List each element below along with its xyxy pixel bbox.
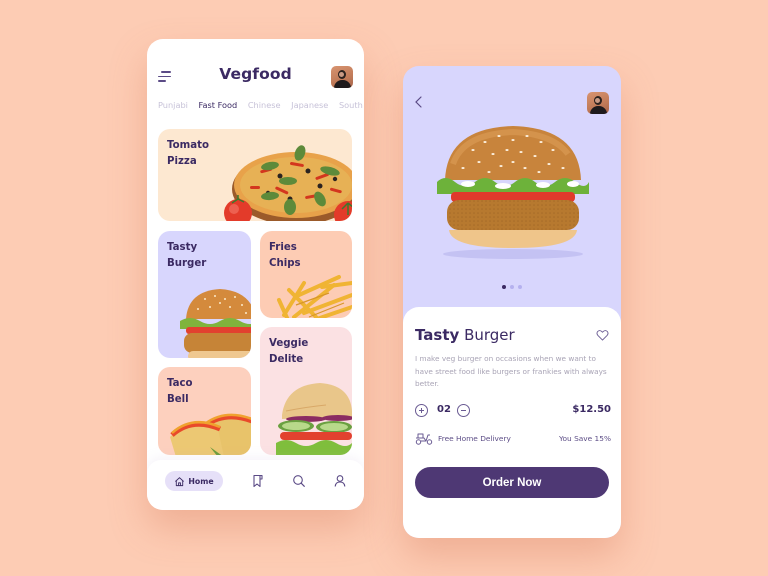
quantity-row: 02 $12.50 (415, 404, 611, 418)
user-icon[interactable] (333, 474, 347, 488)
tab-japanese[interactable]: Japanese (291, 100, 328, 110)
card-label: Tasty Burger (167, 242, 207, 269)
increase-quantity-button[interactable] (415, 404, 428, 417)
burger-image (180, 289, 251, 358)
card-label: Veggie Delite (269, 338, 309, 365)
bookmark-icon[interactable] (251, 474, 265, 488)
tab-south[interactable]: South (339, 100, 363, 110)
heart-icon[interactable] (596, 329, 609, 341)
detail-screen: Tasty Burger I make veg burger on occasi… (403, 66, 621, 538)
carousel-dot[interactable] (510, 285, 514, 289)
user-avatar[interactable] (331, 66, 353, 88)
user-avatar[interactable] (587, 92, 609, 114)
delivery-row: Free Home Delivery You Save 15% (415, 432, 611, 446)
category-tabs: Punjabi Fast Food Chinese Japanese South (158, 100, 364, 110)
sandwich-image (276, 383, 352, 455)
product-description: I make veg burger on occasions when we w… (415, 354, 607, 388)
carousel-dot[interactable] (502, 285, 506, 289)
product-details-sheet: Tasty Burger I make veg burger on occasi… (403, 307, 621, 538)
scooter-icon (415, 433, 433, 445)
tab-fast-food[interactable]: Fast Food (199, 100, 238, 110)
pizza-image (224, 145, 352, 221)
food-card-taco-bell[interactable]: Taco Bell (158, 367, 251, 455)
chevron-left-icon[interactable] (413, 95, 425, 109)
carousel-dot[interactable] (518, 285, 522, 289)
savings-text: You Save 15% (558, 434, 611, 443)
decrease-quantity-button[interactable] (457, 404, 470, 417)
product-title: Tasty Burger (415, 326, 515, 344)
food-card-tomato-pizza[interactable]: Tomato Pizza (158, 129, 352, 221)
burger-hero-image (437, 126, 589, 259)
bottom-nav: Home (147, 460, 364, 510)
card-label: Taco Bell (167, 378, 193, 405)
home-screen: Vegfood Punjabi Fast Food Chinese Japane… (147, 39, 364, 510)
home-icon (175, 476, 185, 486)
nav-home-label: Home (188, 476, 214, 486)
carousel-dots (403, 285, 621, 289)
quantity-value: 02 (437, 404, 451, 415)
food-card-veggie-delite[interactable]: Veggie Delite (260, 327, 352, 455)
price: $12.50 (572, 404, 611, 415)
home-header: Vegfood (147, 63, 364, 91)
nav-home[interactable]: Home (165, 471, 223, 491)
search-icon[interactable] (292, 474, 306, 488)
food-card-fries-chips[interactable]: Fries Chips (260, 231, 352, 318)
tab-punjabi[interactable]: Punjabi (158, 100, 188, 110)
tab-chinese[interactable]: Chinese (248, 100, 281, 110)
fries-image (277, 275, 352, 318)
card-label: Tomato Pizza (167, 140, 209, 167)
order-now-button[interactable]: Order Now (415, 467, 609, 498)
taco-image (170, 413, 251, 455)
delivery-text: Free Home Delivery (438, 434, 511, 443)
food-card-tasty-burger[interactable]: Tasty Burger (158, 231, 251, 358)
